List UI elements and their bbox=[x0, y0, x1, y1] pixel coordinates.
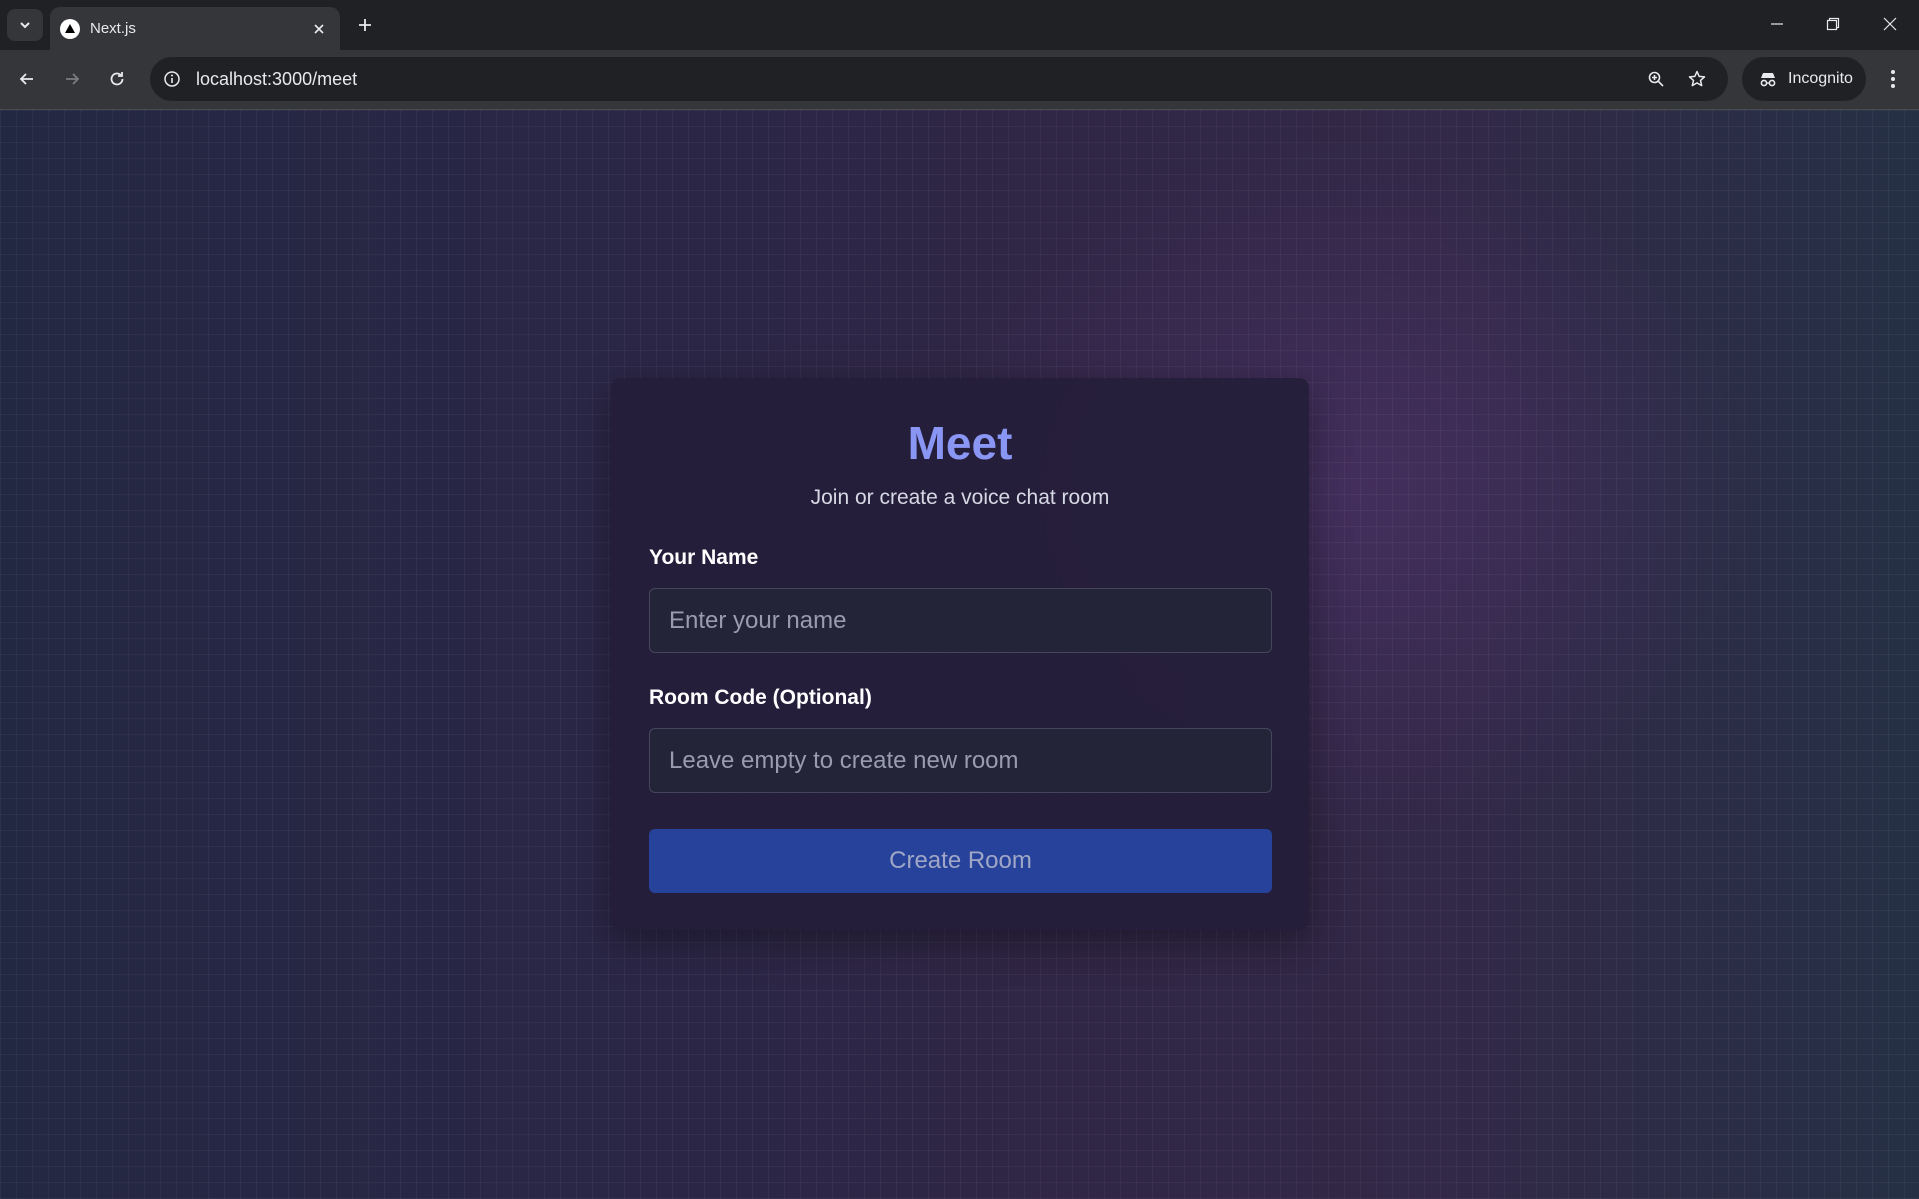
minimize-button[interactable] bbox=[1749, 0, 1805, 48]
page-subtitle: Join or create a voice chat room bbox=[810, 486, 1110, 509]
close-icon bbox=[1883, 17, 1897, 31]
browser-tab[interactable]: Next.js bbox=[50, 7, 340, 50]
back-button[interactable] bbox=[10, 62, 44, 96]
plus-icon bbox=[359, 19, 371, 31]
tab-bar: Next.js bbox=[0, 0, 1919, 50]
name-input[interactable] bbox=[649, 588, 1272, 653]
nextjs-favicon-icon bbox=[60, 18, 80, 39]
meet-card: Meet Join or create a voice chat room Yo… bbox=[611, 378, 1309, 930]
arrow-left-icon bbox=[19, 73, 33, 85]
tab-search-button[interactable] bbox=[7, 9, 43, 41]
chevron-down-icon bbox=[20, 22, 30, 29]
room-code-label: Room Code (Optional) bbox=[649, 686, 872, 709]
create-room-button[interactable]: Create Room bbox=[649, 829, 1272, 893]
site-info-icon[interactable] bbox=[160, 67, 184, 91]
reload-button[interactable] bbox=[100, 62, 134, 96]
minimize-icon bbox=[1771, 23, 1783, 25]
reload-icon bbox=[110, 72, 124, 86]
incognito-icon bbox=[1760, 73, 1776, 87]
url-text: localhost:3000/meet bbox=[196, 69, 358, 89]
tab-close-button[interactable] bbox=[306, 16, 332, 42]
more-vertical-icon bbox=[1891, 70, 1895, 88]
page-title: Meet bbox=[907, 417, 1013, 469]
close-window-button[interactable] bbox=[1862, 0, 1918, 48]
address-bar[interactable]: localhost:3000/meet bbox=[150, 57, 1728, 101]
name-label: Your Name bbox=[649, 546, 759, 569]
page-background: Meet Join or create a voice chat room Yo… bbox=[0, 110, 1919, 1199]
restore-icon bbox=[1826, 17, 1840, 31]
close-icon bbox=[314, 23, 324, 34]
browser-menu-button[interactable] bbox=[1876, 62, 1910, 96]
bookmark-star-icon[interactable] bbox=[1685, 67, 1709, 91]
arrow-right-icon bbox=[66, 73, 80, 85]
incognito-indicator[interactable]: Incognito bbox=[1742, 57, 1866, 101]
browser-toolbar: localhost:3000/meet Incognito bbox=[0, 50, 1919, 110]
incognito-label: Incognito bbox=[1788, 70, 1853, 87]
zoom-icon[interactable] bbox=[1644, 67, 1668, 91]
tab-title: Next.js bbox=[90, 20, 136, 37]
room-code-input[interactable] bbox=[649, 728, 1272, 793]
restore-button[interactable] bbox=[1805, 0, 1861, 48]
new-tab-button[interactable] bbox=[350, 10, 380, 40]
forward-button[interactable] bbox=[55, 62, 89, 96]
